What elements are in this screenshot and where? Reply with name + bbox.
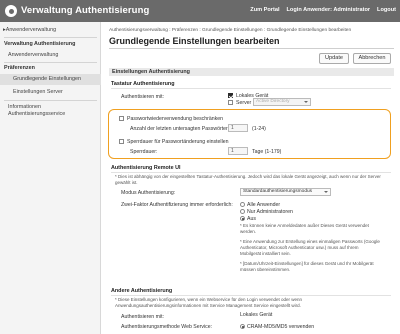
local-device-checkbox[interactable]: [228, 93, 233, 98]
top-bar: Verwaltung Authentisierung Zum Portal Lo…: [0, 0, 400, 22]
main-content: Authentisierungsverwaltung : Präferenzen…: [101, 22, 400, 334]
note-line: * [Datum/Uhrzeit-Einstellungen] für dies…: [240, 261, 374, 266]
app-title: Verwaltung Authentisierung: [21, 5, 150, 16]
other-auth-note: * Diese Einstellungen konfigurieren, wen…: [115, 297, 391, 309]
keyboard-auth-title: Tastatur Authentisierung: [111, 81, 175, 87]
divider: [111, 172, 391, 173]
method-cram-md5-label: CRAM-MD5/MD5 verwenden: [247, 324, 315, 330]
other-auth-with-label: Authentisieren mit:: [121, 314, 164, 320]
method-label: Authentisierungsmethode Web Service:: [121, 324, 213, 330]
top-bar-links: Zum Portal Login Anwender: Administrator…: [250, 7, 396, 13]
remote-ui-title: Authentisierung Remote UI: [111, 165, 181, 171]
two-factor-all-radio[interactable]: [240, 202, 245, 207]
logout-link[interactable]: Logout: [377, 7, 396, 13]
two-factor-all-label: Alle Anwender: [247, 202, 281, 208]
divider: [4, 37, 97, 38]
sidebar: ▸Anwenderverwaltung Verwaltung Authentis…: [0, 22, 101, 334]
login-mode-label: Modus Authentisierung:: [121, 190, 176, 196]
two-factor-off-radio[interactable]: [240, 216, 245, 221]
section-header-auth-settings: Einstellungen Authentisierung: [109, 68, 394, 76]
highlight-frame: [108, 109, 391, 159]
two-factor-admin-radio[interactable]: [240, 209, 245, 214]
two-factor-note-2: * Eine Anwendung zur Erstellung eines ei…: [240, 239, 392, 256]
sidebar-item-user-admin[interactable]: ▸Anwenderverwaltung: [0, 27, 101, 34]
note-line: Anwendungsauthentisierungsinformationen …: [115, 302, 301, 308]
remote-ui-note: * Dies ist abhängig von der eingestellte…: [115, 174, 381, 185]
note-line: * Eine Anwendung zur Erstellung eines ei…: [240, 239, 380, 244]
other-local-device: Lokales Gerät: [240, 312, 273, 318]
main-page-link[interactable]: Zum Portal: [250, 7, 279, 13]
divider: [111, 88, 391, 89]
authenticate-with-label: Authentisieren mit:: [121, 94, 164, 100]
note-line: müssen übereinstimmen.: [240, 266, 291, 272]
update-button[interactable]: Update: [319, 53, 349, 64]
sidebar-item-info-auth-service[interactable]: Informationen Authentisierungsservice: [0, 104, 101, 118]
sidebar-item-label: Authentisierungsservice: [8, 111, 66, 117]
chevron-down-icon: [304, 101, 308, 103]
login-user: Login Anwender: Administrator: [287, 7, 371, 13]
gear-icon: [5, 5, 17, 17]
two-factor-label: Zwei-Faktor Authentifizierung immer erfo…: [121, 202, 233, 208]
login-user-name: Administrator: [333, 7, 371, 13]
chevron-down-icon: [324, 191, 328, 193]
sidebar-item-auth-admin[interactable]: Verwaltung Authentisierung: [0, 41, 101, 48]
server-select-value: Active Directory: [256, 99, 290, 104]
server-label: Server: [236, 100, 252, 106]
sidebar-item-label: Anwenderverwaltung: [5, 27, 57, 33]
login-user-label: Login Anwender:: [286, 7, 332, 13]
page-title: Grundlegende Einstellungen bearbeiten: [109, 36, 280, 46]
note-line: Mobilgerät installiert sein.: [240, 250, 291, 256]
login-mode-select[interactable]: Standardauthentisierungsmodus: [240, 188, 331, 196]
divider: [109, 48, 394, 49]
sidebar-item-label: Informationen: [8, 104, 41, 110]
sidebar-item-user-admin-sub[interactable]: Anwenderverwaltung: [0, 52, 101, 59]
two-factor-note-3: * [Datum/Uhrzeit-Einstellungen] für dies…: [240, 261, 392, 273]
two-factor-note-1: * Es können keine Anmeldedaten außer Die…: [240, 223, 392, 235]
server-select[interactable]: Active Directory: [253, 98, 311, 106]
note-line: werden.: [240, 228, 257, 234]
two-factor-admin-label: Nur Administratoren: [247, 209, 293, 215]
login-mode-value: Standardauthentisierungsmodus: [243, 189, 313, 194]
sidebar-section-preferences: Präferenzen: [4, 65, 35, 71]
server-checkbox[interactable]: [228, 100, 233, 105]
breadcrumb: Authentisierungsverwaltung : Präferenzen…: [109, 28, 352, 33]
other-auth-title: Andere Authentisierung: [111, 288, 173, 294]
sidebar-item-basic-settings[interactable]: Grundlegende Einstellungen: [0, 74, 101, 85]
method-cram-md5-radio[interactable]: [240, 324, 245, 329]
cancel-button[interactable]: Abbrechen: [353, 53, 391, 64]
divider: [4, 100, 97, 101]
divider: [4, 62, 97, 63]
divider: [111, 295, 391, 296]
sidebar-item-server-settings[interactable]: Einstellungen Server: [0, 89, 101, 96]
two-factor-off-label: Aus: [247, 216, 256, 222]
